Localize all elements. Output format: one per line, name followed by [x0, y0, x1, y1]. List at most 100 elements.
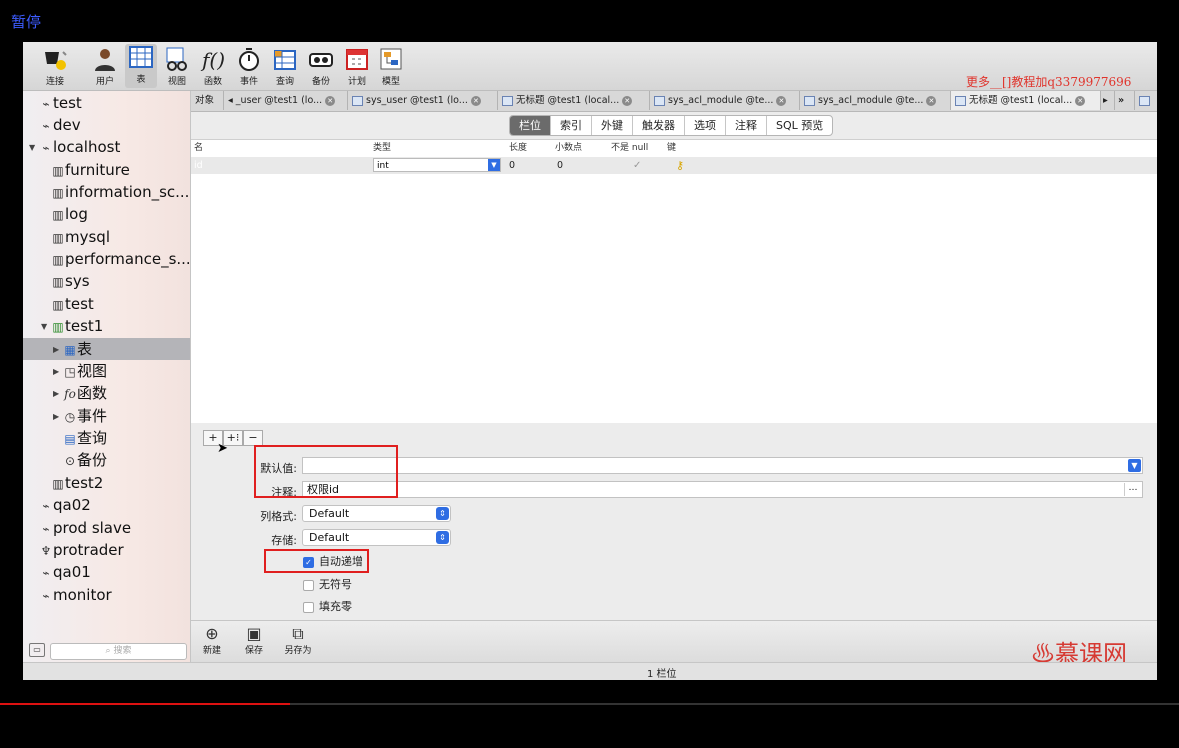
- sidebar-item-localhost-connection[interactable]: ▼ ⌁ localhost: [29, 136, 120, 158]
- toolbar-table-button[interactable]: 表: [125, 44, 157, 88]
- sidebar-item-database[interactable]: ▥test2: [51, 472, 103, 494]
- seg-indexes[interactable]: 索引: [551, 116, 592, 135]
- new-label: 新建: [202, 646, 221, 656]
- tab-sys-user[interactable]: sys_user @test1 (lo... ✕: [348, 91, 498, 110]
- tab-sys-acl-module[interactable]: sys_acl_module @te... ✕: [800, 91, 951, 110]
- column-header-name[interactable]: 名: [194, 140, 203, 156]
- new-button[interactable]: ⊕ 新建: [197, 625, 227, 657]
- seg-options[interactable]: 选项: [685, 116, 726, 135]
- close-icon[interactable]: ✕: [470, 95, 481, 106]
- navicat-window: 连接 用户 表 视图 f() 函数 事件 查询 备份 计划 模型 更多__[]教…: [23, 42, 1157, 680]
- checkbox-box[interactable]: [303, 601, 314, 613]
- sidebar-toggle-button[interactable]: ▭: [29, 643, 45, 657]
- sidebar-item-events[interactable]: ▶ ◷ 事件: [53, 405, 107, 427]
- column-header-type[interactable]: 类型: [373, 140, 391, 156]
- seg-sql-preview[interactable]: SQL 预览: [767, 116, 832, 135]
- default-value-input[interactable]: ▼: [302, 457, 1143, 474]
- tab-user-table[interactable]: ◂ _user @test1 (lo... ✕: [224, 91, 348, 110]
- editor-tabbar: 对象 ◂ _user @test1 (lo... ✕ sys_user @test…: [191, 91, 1157, 112]
- sidebar-search-input[interactable]: ⌕ 搜索: [50, 643, 187, 660]
- column-header-key[interactable]: 键: [667, 140, 676, 156]
- seg-fields[interactable]: 栏位: [510, 116, 551, 135]
- double-chevron-icon[interactable]: »: [1118, 95, 1124, 106]
- sidebar-item-test1-database[interactable]: ▼ ▥test1: [41, 315, 103, 337]
- disclosure-closed-icon[interactable]: ▶: [53, 339, 63, 361]
- sidebar-item-views[interactable]: ▶ ◳视图: [53, 360, 107, 382]
- sidebar-item-functions[interactable]: ▶ fo函数: [53, 382, 107, 404]
- seg-triggers[interactable]: 触发器: [633, 116, 685, 135]
- sidebar-item-database[interactable]: ▥mysql: [51, 226, 110, 248]
- sidebar-item-database[interactable]: ▥furniture: [51, 159, 130, 181]
- toolbar-query-button[interactable]: 查询: [269, 46, 301, 87]
- zerofill-checkbox[interactable]: 填充零: [303, 600, 352, 614]
- chevron-right-icon[interactable]: ▸: [1103, 95, 1108, 106]
- cell-type-select[interactable]: int ▼: [373, 158, 501, 172]
- unsigned-checkbox[interactable]: 无符号: [303, 578, 352, 592]
- cell-name[interactable]: id: [194, 157, 203, 174]
- tab-untitled[interactable]: 无标题 @test1 (local... ✕: [498, 91, 650, 110]
- sidebar-item-label: dev: [53, 116, 81, 134]
- tab-scroll-right[interactable]: ▸: [1101, 91, 1115, 110]
- sidebar-item-connection[interactable]: ⌁ monitor: [39, 584, 111, 606]
- close-icon[interactable]: ✕: [1075, 95, 1086, 106]
- toolbar-user-button[interactable]: 用户: [89, 46, 121, 87]
- remove-field-button[interactable]: −: [243, 430, 263, 446]
- disclosure-open-icon[interactable]: ▼: [41, 316, 51, 338]
- not-null-checkbox[interactable]: ✓: [633, 157, 641, 174]
- sidebar-item-test-connection[interactable]: ⌁ test: [39, 92, 81, 114]
- sidebar-item-connection[interactable]: ⌁ prod slave: [39, 517, 131, 539]
- sidebar-item-connection[interactable]: ♆ protrader: [39, 539, 124, 561]
- column-header-length[interactable]: 长度: [509, 140, 527, 156]
- column-header-decimals[interactable]: 小数点: [555, 140, 582, 156]
- disclosure-open-icon[interactable]: ▼: [29, 137, 39, 159]
- sidebar-item-connection[interactable]: ⌁ qa01: [39, 561, 90, 583]
- tab-label: sys_user @test1 (lo...: [366, 95, 468, 106]
- tab-untitled-active[interactable]: 无标题 @test1 (local... ✕: [951, 91, 1101, 110]
- toolbar-function-button[interactable]: f() 函数: [197, 46, 229, 87]
- toolbar-model-button[interactable]: 模型: [375, 46, 407, 87]
- sidebar-item-database[interactable]: ▥test: [51, 293, 93, 315]
- new-tab-button[interactable]: [1135, 91, 1157, 110]
- sidebar-item-connection[interactable]: ⌁ qa02: [39, 494, 90, 516]
- sidebar-item-database[interactable]: ▥sys: [51, 270, 89, 292]
- save-as-button[interactable]: ⧉ 另存为: [281, 625, 315, 657]
- sidebar-item-database[interactable]: ▥information_sc...: [51, 181, 189, 203]
- comment-input[interactable]: 权限id…: [302, 481, 1143, 498]
- tab-objects[interactable]: 对象: [191, 91, 224, 110]
- toolbar-schedule-button[interactable]: 计划: [341, 46, 373, 87]
- cell-length[interactable]: 0: [509, 157, 515, 174]
- toolbar-view-button[interactable]: 视图: [161, 46, 193, 87]
- close-icon[interactable]: ✕: [776, 95, 787, 106]
- toolbar-backup-button[interactable]: 备份: [305, 46, 337, 87]
- sidebar-item-label: 备份: [77, 451, 108, 469]
- sidebar-item-queries[interactable]: ▤查询: [63, 427, 107, 449]
- disclosure-closed-icon[interactable]: ▶: [53, 361, 63, 383]
- more-button[interactable]: …: [1124, 483, 1141, 496]
- sidebar-item-database[interactable]: ▥performance_s...: [51, 248, 190, 270]
- sidebar-item-dev-connection[interactable]: ⌁ dev: [39, 114, 81, 136]
- toolbar-connection-button[interactable]: 连接: [39, 46, 71, 87]
- sidebar-item-tables[interactable]: ▶ ▦表: [23, 338, 190, 360]
- cell-decimals[interactable]: 0: [557, 157, 563, 174]
- table-row[interactable]: id int ▼ 0 0 ✓ ⚷: [191, 157, 1157, 174]
- save-button[interactable]: ▣ 保存: [239, 625, 269, 657]
- sidebar-item-database[interactable]: ▥log: [51, 203, 88, 225]
- column-format-select[interactable]: Default ⇕: [302, 505, 451, 522]
- toolbar-event-button[interactable]: 事件: [233, 46, 265, 87]
- close-icon[interactable]: ✕: [926, 95, 937, 106]
- column-header-not-null[interactable]: 不是 null: [611, 140, 648, 156]
- sidebar-item-backups[interactable]: ⊙ 备份: [63, 449, 107, 471]
- chevron-down-icon[interactable]: ▼: [1128, 459, 1141, 472]
- close-icon[interactable]: ✕: [622, 95, 633, 106]
- tab-overflow-button[interactable]: »: [1115, 91, 1135, 110]
- disclosure-closed-icon[interactable]: ▶: [53, 383, 63, 405]
- tab-sys-acl-module[interactable]: sys_acl_module @te... ✕: [650, 91, 800, 110]
- seg-foreign-keys[interactable]: 外键: [592, 116, 633, 135]
- disclosure-closed-icon[interactable]: ▶: [53, 406, 63, 428]
- close-icon[interactable]: ✕: [325, 95, 336, 106]
- chevron-left-icon[interactable]: ◂: [228, 95, 236, 106]
- checkbox-box[interactable]: [303, 579, 314, 591]
- pause-label[interactable]: 暂停: [11, 11, 41, 32]
- storage-select[interactable]: Default ⇕: [302, 529, 451, 546]
- seg-comment[interactable]: 注释: [726, 116, 767, 135]
